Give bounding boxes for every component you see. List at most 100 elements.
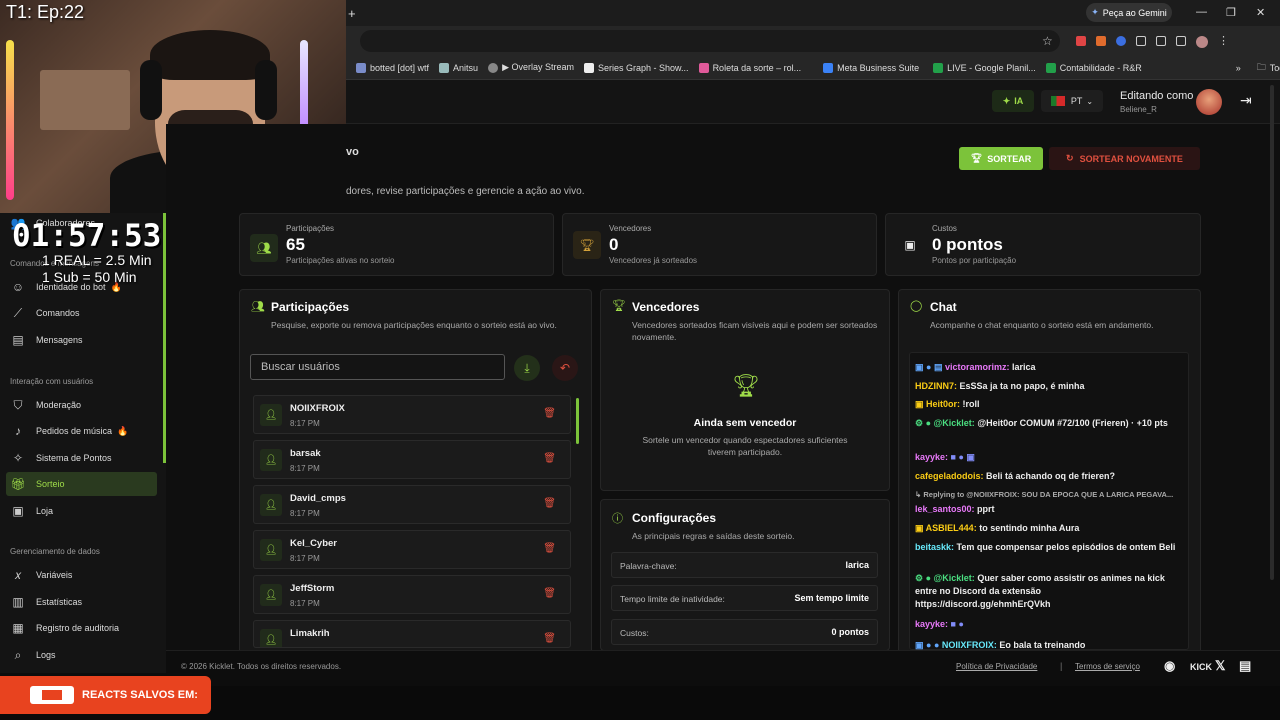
bookmark-item[interactable]: Roleta da sorte – rol...: [698, 62, 801, 73]
document-icon[interactable]: ▤: [1239, 658, 1251, 674]
stream-timer: 01:57:53: [12, 218, 162, 254]
close-window-button[interactable]: ✕: [1256, 6, 1265, 19]
config-row-timeout: Tempo limite de inatividade: Sem tempo li…: [611, 585, 878, 611]
chat-username[interactable]: beitaskk:: [915, 542, 954, 552]
chat-username[interactable]: kayyke:: [915, 619, 948, 629]
trash-icon[interactable]: 🗑︎: [543, 633, 556, 644]
chat-username[interactable]: ASBIEL444:: [926, 523, 977, 533]
chat-username[interactable]: victoramorimz:: [945, 362, 1010, 372]
sidebar-item-audit-log[interactable]: ▦ Registro de auditoria: [6, 616, 157, 640]
extension-icon[interactable]: [1116, 36, 1126, 46]
sidebar-item-commands[interactable]: ⟋ Comandos: [6, 301, 157, 325]
chat-username[interactable]: HDZINN7:: [915, 381, 957, 391]
bookmark-star-icon[interactable]: ☆: [1042, 34, 1053, 48]
url-input[interactable]: [360, 30, 1060, 52]
chat-text: Eo bala ta treinando: [996, 640, 1086, 650]
undo-icon[interactable]: ↶: [552, 355, 578, 381]
participant-name: Limakrih: [290, 628, 330, 639]
chat-username[interactable]: Heit0or:: [926, 399, 960, 409]
extension-icon[interactable]: [1136, 36, 1146, 46]
badge-icon: ⚙ ●: [915, 573, 934, 583]
trash-icon[interactable]: 🗑︎: [543, 453, 556, 464]
chat-username[interactable]: @Kicklet:: [934, 573, 975, 583]
puzzle-icon[interactable]: [1156, 36, 1166, 46]
bookmark-item[interactable]: Series Graph - Show...: [584, 62, 689, 73]
users-icon: 👥︎: [251, 301, 265, 313]
redraw-button[interactable]: ↻ SORTEAR NOVAMENTE: [1049, 147, 1200, 170]
shield-icon: ⛉: [13, 397, 23, 412]
chat-username[interactable]: cafegeladodois:: [915, 471, 984, 481]
trash-icon[interactable]: 🗑︎: [543, 498, 556, 509]
bookmark-item[interactable]: LIVE - Google Planil...: [933, 62, 1036, 73]
kick-icon[interactable]: KICK: [1190, 662, 1212, 672]
bookmark-item[interactable]: Meta Business Suite: [823, 62, 919, 73]
trash-icon[interactable]: 🗑︎: [543, 543, 556, 554]
search-input[interactable]: Buscar usuários: [250, 354, 505, 380]
page-scrollbar[interactable]: [1270, 85, 1274, 580]
maximize-button[interactable]: ❐: [1226, 6, 1236, 19]
chat-text: Replying to @NOIIXFROIX: SOU DA EPOCA QU…: [923, 490, 1174, 499]
gemini-button[interactable]: ✦ Peça ao Gemini: [1086, 3, 1172, 22]
participants-title: Participações: [271, 300, 350, 314]
extension-icon[interactable]: [1096, 36, 1106, 46]
extension-icon[interactable]: [1076, 36, 1086, 46]
avatar[interactable]: [1196, 89, 1222, 115]
draw-button[interactable]: 🏆︎ SORTEAR: [959, 147, 1043, 170]
chat-username[interactable]: lek_santos00:: [915, 504, 975, 514]
participants-scrollbar[interactable]: [576, 398, 579, 444]
sidebar-item-logs[interactable]: ⌕ Logs: [6, 643, 157, 667]
bookmark-item[interactable]: botted [dot] wtf: [356, 62, 429, 73]
menu-dots-icon[interactable]: ⋮: [1218, 36, 1229, 48]
chat-username[interactable]: kayyke:: [915, 452, 948, 462]
stat-label: Vencedores: [609, 224, 652, 233]
profile-avatar-icon[interactable]: [1196, 36, 1208, 48]
minimize-button[interactable]: —: [1196, 6, 1207, 18]
bookmark-item[interactable]: Contabilidade - R&R: [1045, 62, 1142, 73]
trash-icon[interactable]: 🗑︎: [543, 408, 556, 419]
sidebar-item-messages[interactable]: ▤ Mensagens: [6, 328, 157, 352]
sidebar-item-variables[interactable]: 𝑥 Variáveis: [6, 563, 157, 587]
page-title: vo: [346, 146, 359, 158]
editing-user-name: Beliene_R: [1120, 105, 1157, 114]
headphone-right: [255, 60, 277, 120]
reading-list-icon[interactable]: [1176, 36, 1186, 46]
logout-icon[interactable]: ⇥: [1240, 92, 1252, 109]
new-tab-button[interactable]: +: [348, 6, 356, 21]
sidebar-item-label: Loja: [36, 506, 54, 516]
bookmark-item[interactable]: ▶ Overlay Stream: [488, 62, 574, 73]
sidebar-item-points-system[interactable]: ✧ Sistema de Pontos: [6, 446, 157, 470]
trash-icon[interactable]: 🗑︎: [543, 588, 556, 599]
sidebar-item-statistics[interactable]: ▥ Estatísticas: [6, 590, 157, 614]
sidebar-item-moderation[interactable]: ⛉ Moderação: [6, 393, 157, 417]
sidebar-item-song-requests[interactable]: ♪ Pedidos de música 🔥: [6, 419, 157, 443]
download-icon[interactable]: ⤓: [514, 355, 540, 381]
participant-name: David_cmps: [290, 493, 346, 504]
sidebar-item-giveaway[interactable]: 🎁︎ Sorteio: [6, 472, 157, 496]
config-row-costs: Custos: 0 pontos: [611, 619, 878, 645]
stat-value: 65: [286, 235, 305, 254]
stat-label: Custos: [932, 224, 957, 233]
chat-username[interactable]: @Kicklet:: [934, 418, 975, 428]
bookmarks-overflow-button[interactable]: »: [1236, 63, 1241, 73]
fire-icon: 🔥: [117, 425, 129, 436]
language-selector[interactable]: PT ⌄: [1041, 90, 1103, 112]
list-item: 👤︎ Limakrih 🗑︎: [253, 620, 571, 648]
terms-link[interactable]: Termos de serviço: [1075, 662, 1140, 671]
ai-button[interactable]: ✦ IA: [992, 90, 1034, 112]
bookmark-item[interactable]: Anitsu: [439, 62, 478, 73]
users-icon: 👥︎: [250, 234, 278, 262]
all-bookmarks-folder[interactable]: 🗀Todos os favoritos: [1257, 60, 1280, 76]
discord-icon[interactable]: ◉: [1164, 658, 1175, 674]
x-icon[interactable]: 𝕏: [1215, 658, 1225, 674]
privacy-link[interactable]: Política de Privacidade: [956, 662, 1037, 671]
sidebar-item-store[interactable]: ▣ Loja: [6, 499, 157, 523]
chat-username[interactable]: NOIIXFROIX:: [942, 640, 997, 650]
gemini-icon: ✦: [1091, 7, 1099, 17]
stat-sub: Pontos por participação: [932, 256, 1017, 265]
bookmarks-bar: botted [dot] wtf Anitsu ▶ Overlay Stream…: [346, 56, 1280, 80]
search-log-icon: ⌕: [14, 647, 22, 662]
chat-subtitle: Acompanhe o chat enquanto o sorteio está…: [930, 320, 1154, 330]
participants-subtitle: Pesquise, exporte ou remova participaçõe…: [271, 320, 557, 330]
info-icon: ⓘ: [612, 513, 623, 525]
participant-time: 8:17 PM: [290, 464, 320, 473]
